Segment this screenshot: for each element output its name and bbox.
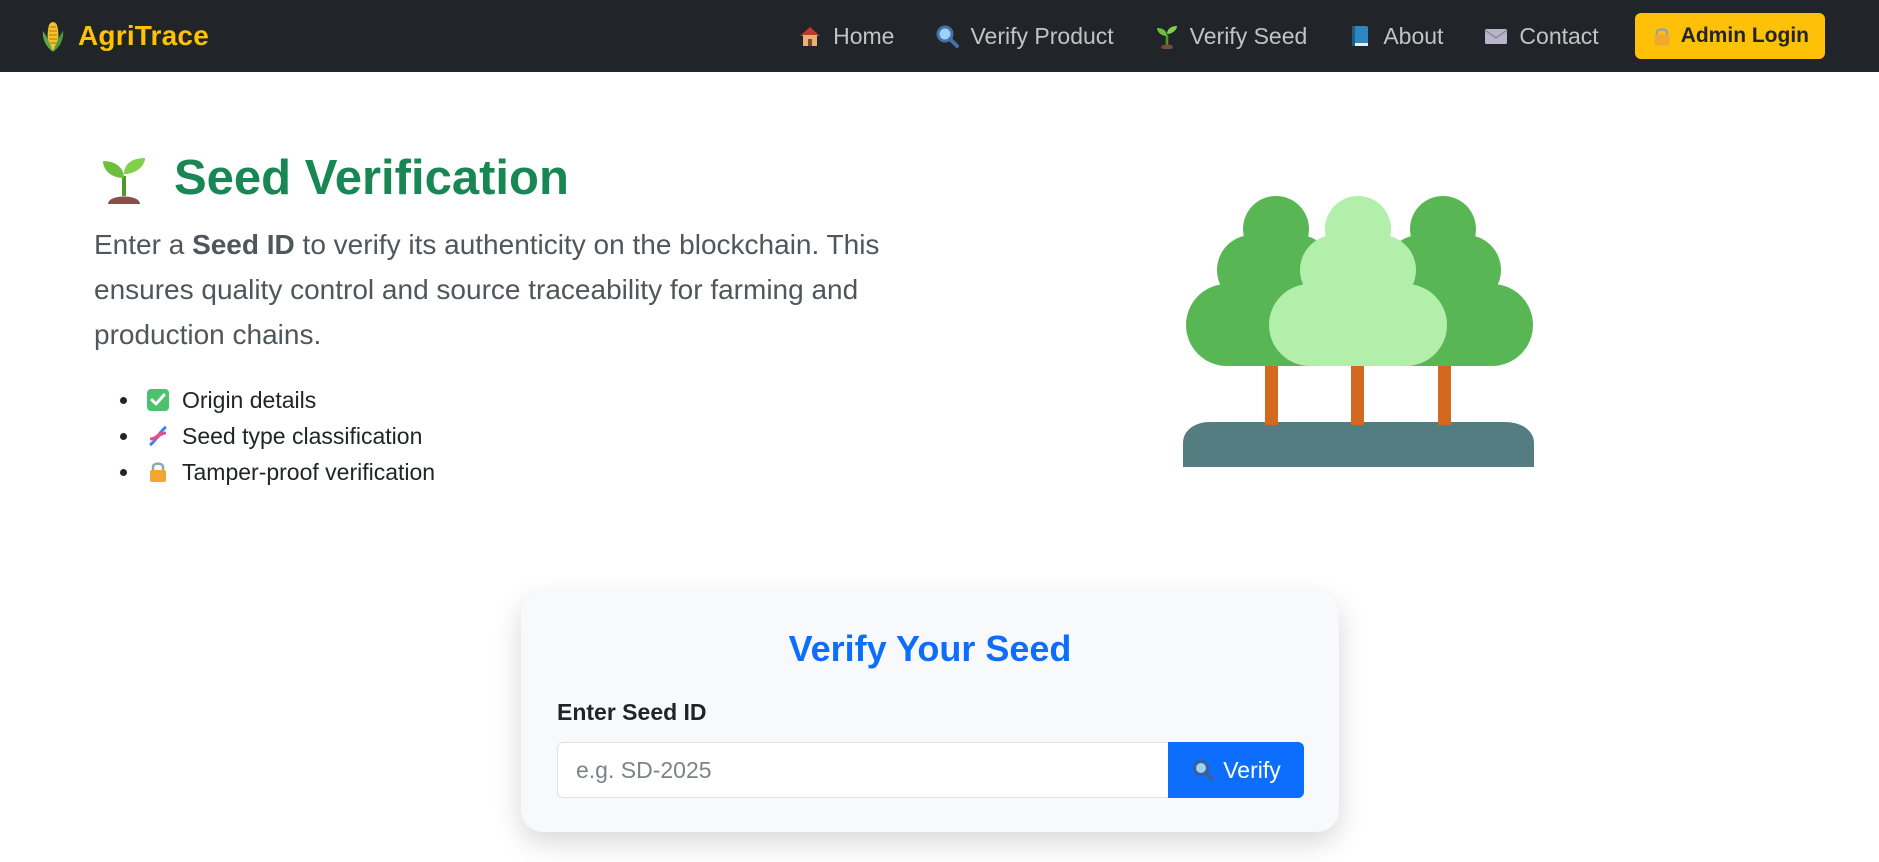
magnifier-icon <box>936 25 960 48</box>
feature-seed-type: Seed type classification <box>182 422 423 449</box>
verify-button[interactable]: Verify <box>1168 742 1304 798</box>
house-icon <box>800 27 821 46</box>
nav-verify-seed[interactable]: Verify Seed <box>1154 22 1308 50</box>
book-icon <box>1352 26 1369 46</box>
desc-bold: Seed ID <box>192 229 295 260</box>
card-title: Verify Your Seed <box>788 628 1072 669</box>
magnifier-icon <box>1193 760 1215 781</box>
dna-icon <box>149 425 167 447</box>
feature-origin: Origin details <box>182 386 317 413</box>
page-title: Seed Verification <box>96 150 569 206</box>
page-title-text: Seed Verification <box>174 151 569 205</box>
verify-button-label: Verify <box>1223 756 1281 783</box>
list-item: Tamper-proof verification <box>120 454 435 490</box>
check-box-icon <box>147 389 169 411</box>
nav-contact[interactable]: Contact <box>1483 22 1599 50</box>
brand-link[interactable]: AgriTrace <box>40 0 209 72</box>
trees-icon <box>1183 196 1534 467</box>
seed-id-label: Enter Seed ID <box>557 699 707 725</box>
verify-card: Verify Your Seed Enter Seed ID Verify <box>521 592 1339 832</box>
brand-name: AgriTrace <box>78 20 209 51</box>
nav-verify-product[interactable]: Verify Product <box>934 22 1114 50</box>
list-item: Seed type classification <box>120 418 435 454</box>
admin-login-label: Admin Login <box>1680 24 1809 47</box>
nav-home[interactable]: Home <box>797 23 894 50</box>
hero-description: Enter a Seed ID to verify its authentici… <box>94 222 914 357</box>
admin-login-button[interactable]: Admin Login <box>1634 13 1825 59</box>
nav-about[interactable]: About <box>1347 23 1443 50</box>
lock-icon <box>150 462 166 482</box>
nav-about-label: About <box>1383 22 1444 49</box>
seedling-icon <box>103 158 145 204</box>
corn-icon <box>42 22 64 52</box>
nav-contact-label: Contact <box>1519 22 1599 49</box>
seedling-icon <box>1156 26 1177 49</box>
envelope-icon <box>1484 29 1508 44</box>
seed-id-input[interactable] <box>557 742 1168 798</box>
navbar: AgriTrace Home Verify Product Verify See… <box>0 0 1879 72</box>
nav-home-label: Home <box>833 22 895 49</box>
desc-prefix: Enter a <box>94 229 193 260</box>
lock-icon <box>1654 28 1670 46</box>
list-item: Origin details <box>120 382 435 418</box>
feature-list: Origin details Seed type classification … <box>120 382 435 490</box>
nav-verify-product-label: Verify Product <box>970 22 1114 49</box>
seed-input-group: Verify <box>557 742 1304 798</box>
nav-verify-seed-label: Verify Seed <box>1189 22 1308 49</box>
nav-links: Home Verify Product Verify Seed About Co… <box>757 0 1879 72</box>
feature-tamper-proof: Tamper-proof verification <box>182 458 436 485</box>
